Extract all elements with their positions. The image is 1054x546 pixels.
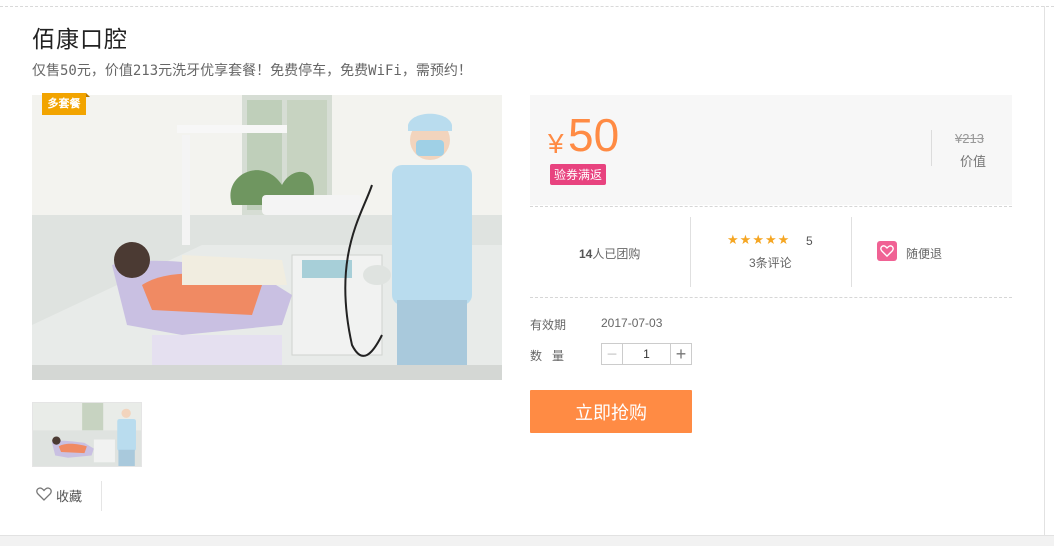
heart-outline-icon (36, 487, 52, 504)
quantity-label: 数量 (530, 349, 575, 363)
favorite-label: 收藏 (56, 489, 83, 504)
refund-anytime-label: 随便退 (906, 247, 943, 261)
deal-title: 佰康口腔 (32, 26, 128, 52)
right-divider (1044, 6, 1045, 536)
sold-number: 14 (579, 247, 593, 261)
quantity-minus-button[interactable]: − (602, 344, 623, 364)
price-divider (931, 130, 932, 166)
deal-subtitle: 仅售50元，价值213元洗牙优享套餐！免费停车，免费WiFi，需预约！ (32, 63, 472, 79)
price-current: 50 (568, 109, 620, 161)
bottom-bar (0, 535, 1054, 546)
quantity-stepper: − + (601, 343, 692, 365)
multi-package-badge: 多套餐 (42, 93, 90, 115)
star-icon: ★ (752, 232, 764, 247)
star-icon: ★ (739, 232, 752, 247)
reviews-link[interactable]: 3条评论 (749, 254, 792, 271)
voucher-refund-badge: 验券满返 (550, 164, 607, 185)
star-icon: ★ (777, 232, 790, 247)
quantity-input[interactable] (623, 344, 670, 364)
validity-label: 有效期 (530, 318, 567, 332)
favorite-button[interactable]: 收藏 (36, 486, 82, 505)
stats-divider (690, 217, 691, 287)
rating-score: 5 (806, 234, 813, 248)
validity-date: 2017-07-03 (601, 316, 663, 330)
price-currency: ¥ (548, 128, 564, 159)
star-icon: ★ (727, 232, 739, 247)
star-icon: ★ (764, 232, 777, 247)
stats-top-divider (530, 206, 1012, 207)
buy-now-button[interactable]: 立即抢购 (530, 390, 692, 433)
thumbnail-image[interactable] (32, 402, 142, 467)
sold-suffix: 人已团购 (592, 247, 641, 261)
heart-badge-icon (877, 241, 897, 261)
top-divider (0, 6, 1054, 7)
stats-divider (851, 217, 852, 287)
favorite-divider (101, 481, 102, 511)
stats-bottom-divider (530, 297, 1012, 298)
original-price: ¥213 (955, 131, 984, 146)
original-price-label: 价值 (960, 154, 987, 169)
main-product-image[interactable] (32, 95, 502, 380)
rating-stars: ★ ★ ★ ★ ★ (727, 233, 789, 247)
sold-count: 14人已团购 (579, 245, 640, 262)
quantity-plus-button[interactable]: + (670, 344, 691, 364)
